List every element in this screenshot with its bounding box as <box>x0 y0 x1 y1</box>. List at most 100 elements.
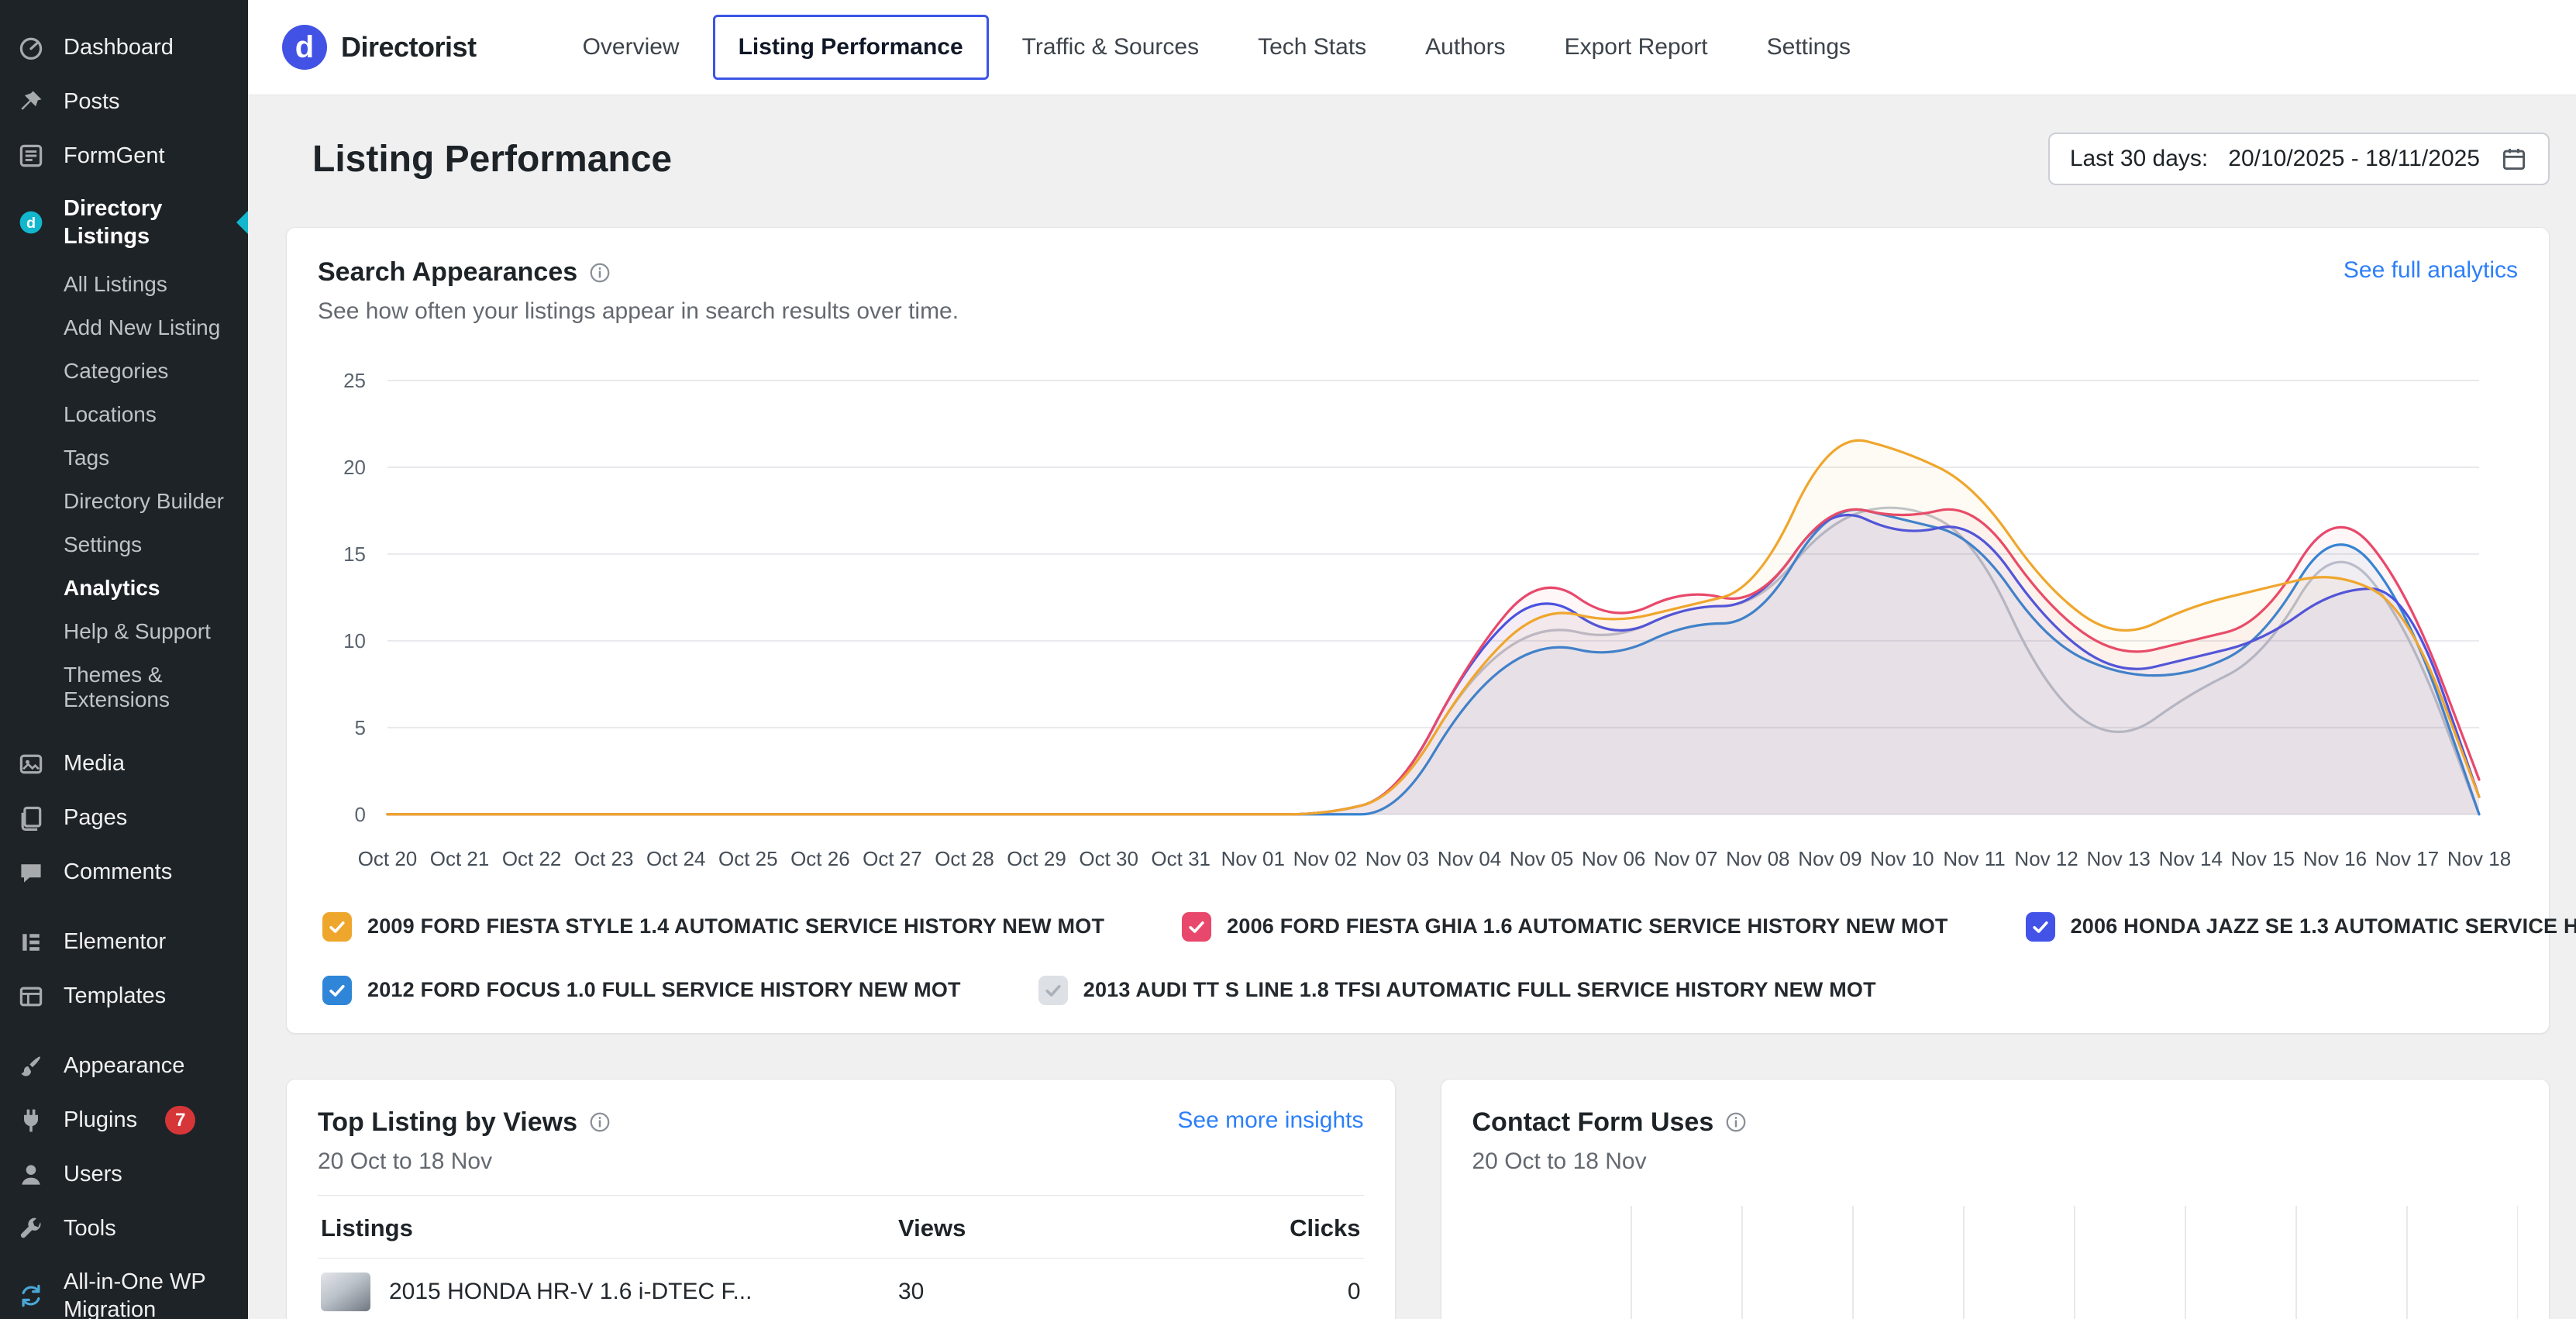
sidebar-subitem-locations[interactable]: Locations <box>0 393 248 436</box>
svg-text:Nov 01: Nov 01 <box>1221 847 1285 870</box>
legend-label: 2006 FORD FIESTA GHIA 1.6 AUTOMATIC SERV… <box>1227 914 1947 938</box>
sidebar-item-formgent[interactable]: FormGent <box>0 129 248 183</box>
legend-row-1: 2009 FORD FIESTA STYLE 1.4 AUTOMATIC SER… <box>322 912 2518 942</box>
sidebar-item-templates[interactable]: Templates <box>0 969 248 1024</box>
tab-export-report[interactable]: Export Report <box>1539 15 1734 80</box>
appearance-icon <box>15 1051 46 1082</box>
tab-settings[interactable]: Settings <box>1741 15 1876 80</box>
sidebar-item-label: Settings <box>64 532 142 556</box>
svg-text:Nov 09: Nov 09 <box>1798 847 1861 870</box>
sidebar-item-plugins[interactable]: Plugins7 <box>0 1093 248 1148</box>
listing-row[interactable]: 2015 HONDA HR-V 1.6 i-DTEC F... 30 0 <box>318 1259 1364 1319</box>
legend-row-2: 2012 FORD FOCUS 1.0 FULL SERVICE HISTORY… <box>322 976 2518 1005</box>
sidebar-item-label: Analytics <box>64 576 160 600</box>
date-range-label: Last 30 days: <box>2070 146 2208 172</box>
svg-text:Nov 15: Nov 15 <box>2231 847 2295 870</box>
svg-text:Oct 29: Oct 29 <box>1007 847 1066 870</box>
update-count-badge: 7 <box>165 1106 195 1135</box>
sidebar-item-appearance[interactable]: Appearance <box>0 1039 248 1093</box>
sidebar-item-tools[interactable]: Tools <box>0 1202 248 1256</box>
wp-admin-sidebar: DashboardPostsFormGentdDirectory Listing… <box>0 0 248 1319</box>
tab-traffic-sources[interactable]: Traffic & Sources <box>997 15 1224 80</box>
date-range-value: 20/10/2025 - 18/11/2025 <box>2228 146 2480 172</box>
sidebar-item-pages[interactable]: Pages <box>0 791 248 845</box>
posts-icon <box>15 86 46 117</box>
tab-listing-performance[interactable]: Listing Performance <box>713 15 989 80</box>
sidebar-item-label: Comments <box>64 858 172 886</box>
svg-text:Oct 21: Oct 21 <box>430 847 490 870</box>
listing-clicks: 0 <box>1131 1279 1361 1305</box>
legend-item-2006-ford-fiesta-ghia[interactable]: 2006 FORD FIESTA GHIA 1.6 AUTOMATIC SERV… <box>1182 912 1947 942</box>
svg-text:Oct 22: Oct 22 <box>502 847 562 870</box>
svg-text:Nov 10: Nov 10 <box>1870 847 1934 870</box>
checkbox-checked-icon[interactable] <box>322 912 352 942</box>
sidebar-subitem-categories[interactable]: Categories <box>0 350 248 393</box>
svg-text:Oct 28: Oct 28 <box>935 847 994 870</box>
checkbox-unchecked-icon[interactable] <box>1038 976 1068 1005</box>
sidebar-item-label: Media <box>64 749 125 777</box>
sidebar-subitem-all-listings[interactable]: All Listings <box>0 263 248 306</box>
svg-text:0: 0 <box>355 803 366 826</box>
legend-item-2013-audi-tt-s[interactable]: 2013 AUDI TT S LINE 1.8 TFSI AUTOMATIC F… <box>1038 976 1876 1005</box>
sidebar-item-label: Elementor <box>64 928 166 956</box>
svg-text:Nov 05: Nov 05 <box>1510 847 1573 870</box>
info-icon[interactable] <box>588 261 611 284</box>
sidebar-item-comments[interactable]: Comments <box>0 845 248 900</box>
search-appearances-head: Search Appearances See how often your li… <box>318 257 2518 325</box>
column-listings: Listings <box>321 1214 898 1242</box>
see-more-insights-link[interactable]: See more insights <box>1177 1107 1363 1134</box>
contact-form-title: Contact Form Uses <box>1472 1107 1714 1138</box>
sidebar-item-media[interactable]: Media <box>0 737 248 791</box>
legend-item-2009-ford-fiesta-style[interactable]: 2009 FORD FIESTA STYLE 1.4 AUTOMATIC SER… <box>322 912 1104 942</box>
sidebar-subitem-settings[interactable]: Settings <box>0 523 248 567</box>
sidebar-item-label: Categories <box>64 359 168 383</box>
sidebar-subitem-help-support[interactable]: Help & Support <box>0 610 248 653</box>
legend-label: 2006 HONDA JAZZ SE 1.3 AUTOMATIC SERVICE… <box>2071 914 2576 938</box>
svg-text:Oct 30: Oct 30 <box>1079 847 1138 870</box>
search-appearances-chart: 0510152025Oct 20Oct 21Oct 22Oct 23Oct 24… <box>318 350 2518 892</box>
tab-tech-stats[interactable]: Tech Stats <box>1232 15 1392 80</box>
checkbox-checked-icon[interactable] <box>1182 912 1211 942</box>
sidebar-subitem-add-new-listing[interactable]: Add New Listing <box>0 306 248 350</box>
sidebar-subitem-tags[interactable]: Tags <box>0 436 248 480</box>
top-listing-date-range: 20 Oct to 18 Nov <box>318 1149 1364 1175</box>
media-icon <box>15 749 46 780</box>
sidebar-separator <box>0 900 248 915</box>
sidebar-subitem-directory-builder[interactable]: Directory Builder <box>0 480 248 523</box>
checkbox-checked-icon[interactable] <box>322 976 352 1005</box>
svg-text:Nov 06: Nov 06 <box>1582 847 1645 870</box>
tab-overview[interactable]: Overview <box>557 15 705 80</box>
contact-form-date-range: 20 Oct to 18 Nov <box>1472 1149 2519 1175</box>
sidebar-item-elementor[interactable]: Elementor <box>0 915 248 969</box>
sidebar-subitem-themes-extensions[interactable]: Themes & Extensions <box>0 653 248 721</box>
sidebar-item-dashboard[interactable]: Dashboard <box>0 20 248 74</box>
checkbox-checked-icon[interactable] <box>2026 912 2055 942</box>
svg-text:Nov 03: Nov 03 <box>1365 847 1429 870</box>
svg-text:Oct 26: Oct 26 <box>790 847 850 870</box>
directorist-icon: d <box>15 207 46 238</box>
directorist-logo-icon: d <box>282 25 327 70</box>
svg-text:25: 25 <box>343 369 366 392</box>
app-root: DashboardPostsFormGentdDirectory Listing… <box>0 0 2576 1319</box>
sidebar-item-label: Templates <box>64 982 166 1010</box>
bottom-cards: Top Listing by Views See more insights 2… <box>286 1079 2550 1319</box>
tab-authors[interactable]: Authors <box>1400 15 1531 80</box>
sidebar-separator <box>0 1024 248 1039</box>
sidebar-item-label: Pages <box>64 804 127 832</box>
sidebar-item-posts[interactable]: Posts <box>0 74 248 129</box>
sidebar-item-all-in-one-wp-migration[interactable]: All-in-One WP Migration <box>0 1256 248 1319</box>
sidebar-item-directory-listings[interactable]: dDirectory Listings <box>0 183 248 263</box>
date-range-picker[interactable]: Last 30 days: 20/10/2025 - 18/11/2025 <box>2048 133 2550 185</box>
sidebar-item-users[interactable]: Users <box>0 1148 248 1202</box>
svg-text:Nov 17: Nov 17 <box>2375 847 2439 870</box>
info-icon[interactable] <box>588 1111 611 1134</box>
search-appearances-card: Search Appearances See how often your li… <box>286 227 2550 1034</box>
info-icon[interactable] <box>1724 1111 1748 1134</box>
sidebar-item-label: All Listings <box>64 272 167 296</box>
sidebar-item-label: Users <box>64 1160 122 1188</box>
see-full-analytics-link[interactable]: See full analytics <box>2344 257 2518 284</box>
legend-item-2012-ford-focus-1[interactable]: 2012 FORD FOCUS 1.0 FULL SERVICE HISTORY… <box>322 976 961 1005</box>
legend-item-2006-honda-jazz-se[interactable]: 2006 HONDA JAZZ SE 1.3 AUTOMATIC SERVICE… <box>2026 912 2576 942</box>
page-title: Listing Performance <box>312 138 672 181</box>
sidebar-subitem-analytics[interactable]: Analytics <box>0 567 248 610</box>
